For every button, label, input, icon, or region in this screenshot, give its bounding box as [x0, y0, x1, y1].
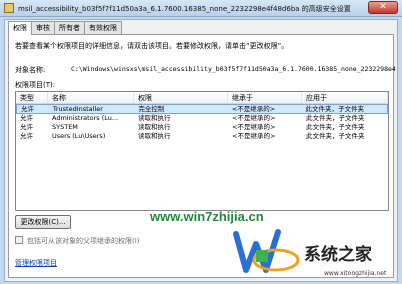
- cell-type: 允许: [20, 123, 33, 131]
- cell-name: Users (Lu\Users): [52, 132, 106, 140]
- tab-owner[interactable]: 所有者: [54, 21, 85, 34]
- permission-entries-label: 权限项目(T):: [15, 81, 56, 89]
- cell-inherited-from: <不是继承的>: [232, 132, 276, 140]
- tab-auditing[interactable]: 审核: [31, 21, 55, 34]
- cell-name: Administrators (Lu...: [52, 114, 119, 122]
- table-row[interactable]: 允许 Users (Lu\Users) 读取和执行 <不是继承的> 此文件夹，子…: [16, 132, 388, 141]
- tab-effective-permissions[interactable]: 有效权限: [84, 21, 122, 34]
- tab-permissions[interactable]: 权限: [8, 21, 32, 35]
- instructions-text: 若要查看某个权限项目的详细信息，请双击该项目。若要修改权限，请单击“更改权限”。: [15, 42, 289, 50]
- tab-strip: 权限 审核 所有者 有效权限: [8, 21, 122, 35]
- column-header-applies-to[interactable]: 应用于: [302, 92, 388, 103]
- cell-inherited-from: <不是继承的>: [232, 114, 276, 122]
- column-header-permission[interactable]: 权限: [134, 92, 228, 103]
- logo-brand-text: 系统之家: [304, 245, 372, 265]
- object-name-value: C:\Windows\winsxs\msil_accessibility_b03…: [71, 65, 396, 73]
- manage-permission-entries-link[interactable]: 管理权限项目: [15, 258, 57, 268]
- site-watermark: www.win7zhijia.cn: [150, 209, 264, 224]
- window-title: msil_accessibility_b03f5f7f11d50a3a_6.1.…: [18, 5, 351, 13]
- change-permissions-button[interactable]: 更改权限(C)...: [15, 215, 71, 229]
- logo-url-text: www.xitongzhijia.net: [324, 270, 387, 277]
- cell-permission: 读取和执行: [138, 114, 171, 122]
- table-header: 类型 名称 权限 继承于 应用于: [16, 92, 388, 104]
- close-button[interactable]: ✕: [368, 1, 398, 14]
- cell-applies-to: 此文件夹，子文件夹: [306, 114, 365, 122]
- cell-permission: 读取和执行: [138, 123, 171, 131]
- cell-permission: 完全控制: [138, 105, 165, 113]
- cell-applies-to: 此文件夹，子文件夹: [306, 123, 365, 131]
- column-header-type[interactable]: 类型: [16, 92, 48, 103]
- cell-type: 允许: [20, 132, 33, 140]
- column-header-inherited-from[interactable]: 继承于: [228, 92, 302, 103]
- windows-logo-icon: [233, 229, 300, 273]
- cell-name: SYSTEM: [52, 123, 78, 131]
- column-header-name[interactable]: 名称: [48, 92, 134, 103]
- cell-applies-to: 此文件夹，子文件夹: [306, 132, 365, 140]
- watermark-logo: 系统之家 www.xitongzhijia.net: [232, 226, 402, 284]
- inherit-permissions-label: 包括可从该对象的父项继承的权限(I): [27, 237, 140, 245]
- permission-entries-table[interactable]: 类型 名称 权限 继承于 应用于 允许 TrustedInstaller 完全控…: [15, 91, 389, 211]
- title-bar[interactable]: msil_accessibility_b03f5f7f11d50a3a_6.1.…: [0, 0, 402, 17]
- cell-name: TrustedInstaller: [52, 105, 103, 113]
- table-row[interactable]: 允许 Administrators (Lu... 读取和执行 <不是继承的> 此…: [16, 114, 388, 123]
- cell-type: 允许: [20, 114, 33, 122]
- object-name-label: 对象名称:: [15, 66, 46, 74]
- cell-inherited-from: <不是继承的>: [232, 123, 276, 131]
- cell-applies-to: 此文件夹，子文件夹: [305, 105, 364, 113]
- table-row[interactable]: 允许 SYSTEM 读取和执行 <不是继承的> 此文件夹，子文件夹: [16, 123, 388, 132]
- table-row[interactable]: 允许 TrustedInstaller 完全控制 <不是继承的> 此文件夹，子文…: [16, 104, 388, 114]
- security-settings-window: msil_accessibility_b03f5f7f11d50a3a_6.1.…: [0, 0, 402, 284]
- inherit-permissions-checkbox[interactable]: [15, 236, 23, 244]
- cell-permission: 读取和执行: [138, 132, 171, 140]
- cell-type: 允许: [21, 105, 34, 113]
- cell-inherited-from: <不是继承的>: [231, 105, 276, 113]
- folder-icon: [4, 3, 14, 13]
